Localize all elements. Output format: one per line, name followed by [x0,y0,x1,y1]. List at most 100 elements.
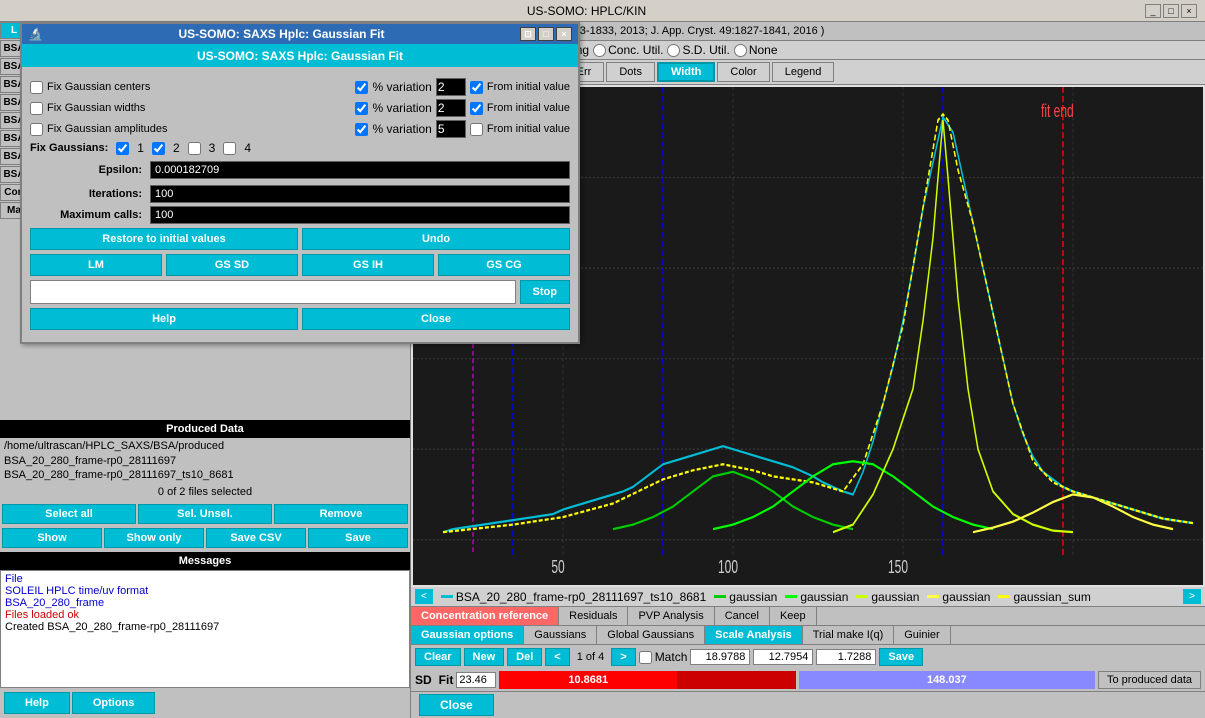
keep-tab[interactable]: Keep [770,607,817,625]
gauss-val3-input[interactable] [816,649,876,665]
concentration-ref-tab[interactable]: Concentration reference [411,607,559,625]
match-checkbox[interactable] [639,651,652,664]
gaussians-tab[interactable]: Gaussians [524,626,597,644]
options-button[interactable]: Options [72,692,156,714]
file-item-2[interactable]: BSA_20_280_frame-rp0_28111697_ts10_8681 [0,468,410,482]
save-button[interactable]: Save [308,528,408,548]
legend-button[interactable]: Legend [772,62,835,82]
pct-centers-value[interactable] [436,78,466,96]
help-main-button[interactable]: Help [4,692,70,714]
legend-label-3: gaussian [800,590,848,604]
from-initial-centers-label: From initial value [487,81,570,93]
gaussian-options-tab[interactable]: Gaussian options [411,626,524,644]
fix-g1-checkbox[interactable] [116,142,129,155]
dots-button[interactable]: Dots [606,62,655,82]
none-radio-label[interactable]: None [734,43,778,57]
del-button[interactable]: Del [507,648,542,666]
blue-progress-value: 148.037 [927,674,967,686]
from-initial-centers-checkbox[interactable] [470,81,483,94]
prev-gauss-button[interactable]: < [545,648,569,666]
legend-color-1 [441,595,453,598]
legend-item-sum: gaussian_sum [998,590,1090,604]
to-produced-button[interactable]: To produced data [1098,671,1201,689]
new-button[interactable]: New [464,648,505,666]
residuals-tab[interactable]: Residuals [559,607,628,625]
gaussians-bottom-tabs: Gaussian options Gaussians Global Gaussi… [411,626,1205,645]
fit-value-input[interactable] [456,672,496,688]
restore-button[interactable]: Restore to initial values [30,228,298,250]
scroll-left-button[interactable]: < [415,589,433,604]
fix-g2-checkbox[interactable] [152,142,165,155]
file-action-buttons: Select all Sel. Unsel. Remove [0,502,410,526]
select-all-button[interactable]: Select all [2,504,136,524]
fix-g3-checkbox[interactable] [188,142,201,155]
fix-gaussians-numbered-row: Fix Gaussians: 1 2 3 4 [30,141,570,155]
pct-centers-checkbox[interactable] [355,81,368,94]
fix-g3-label: 3 [209,141,216,155]
gs-ih-button[interactable]: GS IH [302,254,434,276]
gs-cg-button[interactable]: GS CG [438,254,570,276]
messages-area: File SOLEIL HPLC time/uv format BSA_20_2… [0,570,410,688]
scale-analysis-tab[interactable]: Scale Analysis [705,626,803,644]
global-gaussians-tab[interactable]: Global Gaussians [597,626,705,644]
from-initial-amplitudes-checkbox[interactable] [470,123,483,136]
epsilon-input[interactable] [150,161,570,179]
undo-button[interactable]: Undo [302,228,570,250]
pct-widths-value[interactable] [436,99,466,117]
max-calls-input[interactable] [150,206,570,224]
iterations-input[interactable] [150,185,570,203]
lm-button[interactable]: LM [30,254,162,276]
bottom-close-button[interactable]: Close [419,694,494,716]
width-button[interactable]: Width [657,62,715,82]
pct-amplitudes-checkbox[interactable] [355,123,368,136]
pvp-analysis-tab[interactable]: PVP Analysis [628,607,714,625]
stop-button[interactable]: Stop [520,280,570,304]
fix-g1-label: 1 [137,141,144,155]
fix-centers-checkbox[interactable] [30,81,43,94]
show-only-button[interactable]: Show only [104,528,204,548]
pct-amplitudes-value[interactable] [436,120,466,138]
legend-label-4: gaussian [871,590,919,604]
fix-amplitudes-checkbox[interactable] [30,123,43,136]
gauss-val2-input[interactable] [753,649,813,665]
dialog-controls[interactable]: ⊡ □ × [520,27,572,41]
cancel-tab[interactable]: Cancel [715,607,770,625]
gs-sd-button[interactable]: GS SD [166,254,298,276]
clear-button[interactable]: Clear [415,648,461,666]
remove-button[interactable]: Remove [274,504,408,524]
gauss-val1-input[interactable] [690,649,750,665]
color-button[interactable]: Color [717,62,769,82]
dialog-restore-btn[interactable]: ⊡ [520,27,536,41]
maximize-btn[interactable]: □ [1163,4,1179,18]
sd-util-radio-label[interactable]: S.D. Util. [667,43,729,57]
pct-widths-label: % variation [372,101,431,115]
scroll-right-button[interactable]: > [1183,589,1201,604]
dialog-help-button[interactable]: Help [30,308,298,330]
dialog-close-btn[interactable]: × [556,27,572,41]
sd-util-radio[interactable] [667,44,680,57]
none-radio[interactable] [734,44,747,57]
dialog-close-button[interactable]: Close [302,308,570,330]
trial-make-tab[interactable]: Trial make I(q) [803,626,895,644]
save-csv-button[interactable]: Save CSV [206,528,306,548]
optimizer-buttons-row: LM GS SD GS IH GS CG [30,254,570,276]
close-btn[interactable]: × [1181,4,1197,18]
file-item-1[interactable]: BSA_20_280_frame-rp0_28111697 [0,454,410,468]
conc-util-radio[interactable] [593,44,606,57]
fix-g4-checkbox[interactable] [223,142,236,155]
legend-color-sum [998,595,1010,598]
dialog-max-btn[interactable]: □ [538,27,554,41]
next-gauss-button[interactable]: > [611,648,635,666]
guinier-tab[interactable]: Guinier [894,626,950,644]
svg-text:50: 50 [551,558,564,578]
minimize-btn[interactable]: _ [1145,4,1161,18]
svg-text:100: 100 [718,558,738,578]
fix-widths-checkbox[interactable] [30,102,43,115]
conc-util-radio-label[interactable]: Conc. Util. [593,43,663,57]
window-controls[interactable]: _ □ × [1145,4,1197,18]
sel-unsel-button[interactable]: Sel. Unsel. [138,504,272,524]
gauss-save-button[interactable]: Save [879,648,923,666]
show-button[interactable]: Show [2,528,102,548]
from-initial-widths-checkbox[interactable] [470,102,483,115]
pct-widths-checkbox[interactable] [355,102,368,115]
